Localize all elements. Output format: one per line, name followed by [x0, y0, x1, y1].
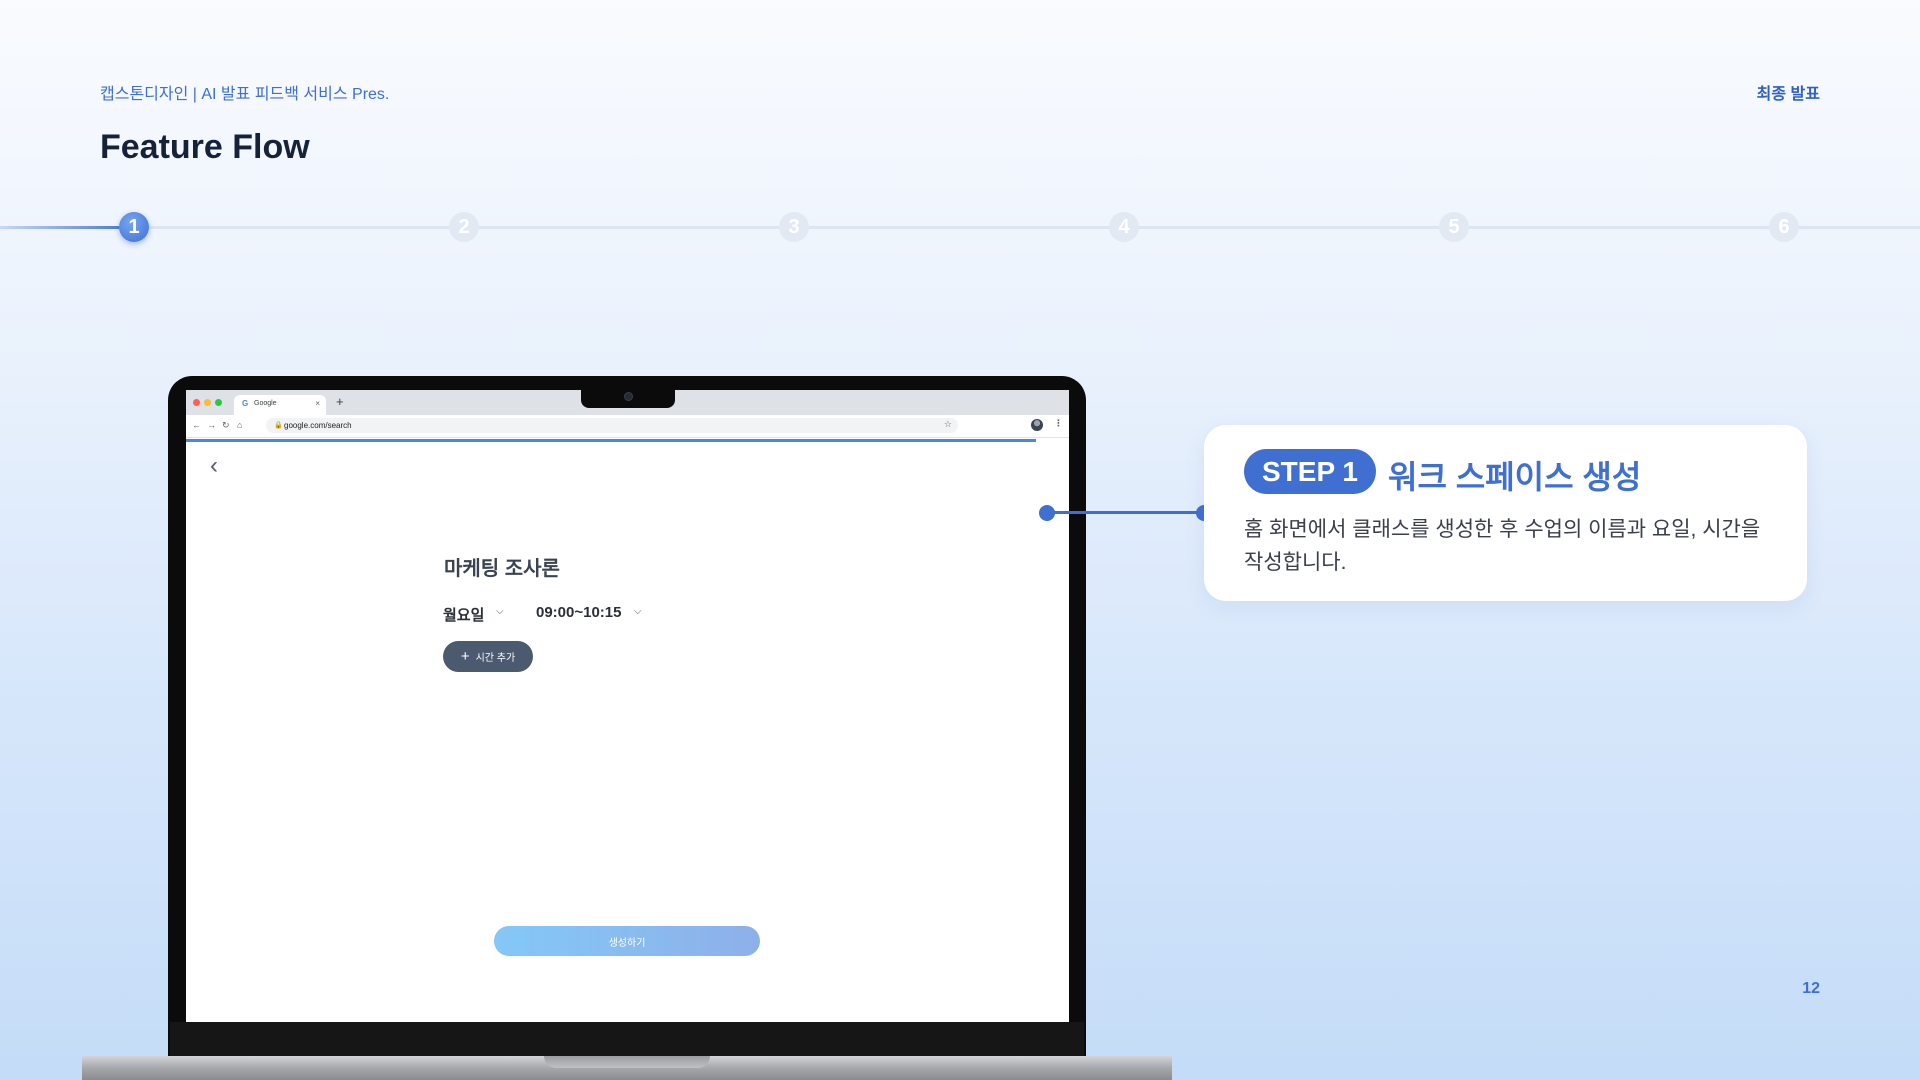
plus-icon: + — [460, 648, 470, 665]
progress-step-1: 1 — [119, 212, 149, 242]
callout-connector-line — [1047, 511, 1204, 514]
step-description: 홈 화면에서 클래스를 생성한 후 수업의 이름과 요일, 시간을 작성합니다. — [1244, 518, 1761, 574]
day-dropdown[interactable]: 월요일 — [443, 604, 484, 625]
step-heading: 워크 스페이스 생성 — [1388, 459, 1642, 495]
connector-start-dot — [1039, 505, 1055, 521]
add-time-label: 시간 추가 — [475, 653, 516, 664]
laptop-groove — [544, 1056, 710, 1068]
chevron-down-icon[interactable]: ⌵ — [634, 606, 642, 617]
create-button[interactable]: 생성하기 — [494, 926, 760, 956]
reload-icon[interactable]: ↻ — [222, 419, 230, 431]
page-load-bar — [186, 439, 1036, 442]
browser-menu-icon[interactable]: ⋮ — [1054, 418, 1063, 429]
back-chevron-icon[interactable]: ‹ — [210, 454, 218, 478]
bookmark-star-icon[interactable]: ☆ — [944, 419, 952, 430]
step-callout-card: STEP 1 워크 스페이스 생성 홈 화면에서 클래스를 생성한 후 수업의 … — [1204, 425, 1807, 601]
google-favicon-icon: G — [242, 399, 249, 408]
progress-step-3: 3 — [779, 212, 809, 242]
class-name-title[interactable]: 마케팅 조사론 — [444, 552, 560, 581]
forward-arrow-icon[interactable]: → — [207, 419, 216, 431]
close-window-icon[interactable] — [193, 399, 200, 406]
browser-toolbar: ← → ↻ ⌂ 🔒 google.com/search ☆ — [186, 415, 1069, 438]
home-icon[interactable]: ⌂ — [237, 419, 242, 431]
back-arrow-icon[interactable]: ← — [192, 419, 201, 431]
camera-icon — [624, 392, 633, 401]
progress-step-4: 4 — [1109, 212, 1139, 242]
add-time-button[interactable]: + 시간 추가 — [443, 641, 533, 672]
laptop-chin — [170, 1022, 1084, 1056]
presentation-stage-label: 최종 발표 — [1756, 86, 1820, 103]
page-number: 12 — [1802, 980, 1820, 997]
step-badge: STEP 1 — [1244, 449, 1376, 494]
presentation-subtitle: 캡스톤디자인 | AI 발표 피드백 서비스 Pres. — [100, 86, 390, 103]
minimize-window-icon[interactable] — [204, 399, 211, 406]
browser-tab[interactable]: G Google × — [234, 395, 326, 415]
progress-step-5: 5 — [1439, 212, 1469, 242]
chevron-down-icon[interactable]: ⌵ — [496, 606, 504, 617]
progress-track — [0, 226, 1920, 229]
lock-icon: 🔒 — [274, 422, 283, 429]
laptop-screen: G Google × + ← → ↻ ⌂ 🔒 google.com/search… — [186, 390, 1069, 1022]
url-text: google.com/search — [284, 421, 352, 430]
new-tab-icon[interactable]: + — [336, 395, 344, 409]
maximize-window-icon[interactable] — [215, 399, 222, 406]
slide-title: Feature Flow — [100, 128, 310, 166]
progress-fill — [0, 226, 134, 229]
progress-step-6: 6 — [1769, 212, 1799, 242]
profile-avatar[interactable] — [1031, 419, 1043, 431]
progress-step-2: 2 — [449, 212, 479, 242]
browser-tab-title: Google — [254, 400, 277, 407]
time-dropdown[interactable]: 09:00~10:15 — [536, 604, 622, 621]
address-bar[interactable]: 🔒 google.com/search ☆ — [266, 418, 958, 433]
tab-close-icon[interactable]: × — [315, 399, 320, 408]
